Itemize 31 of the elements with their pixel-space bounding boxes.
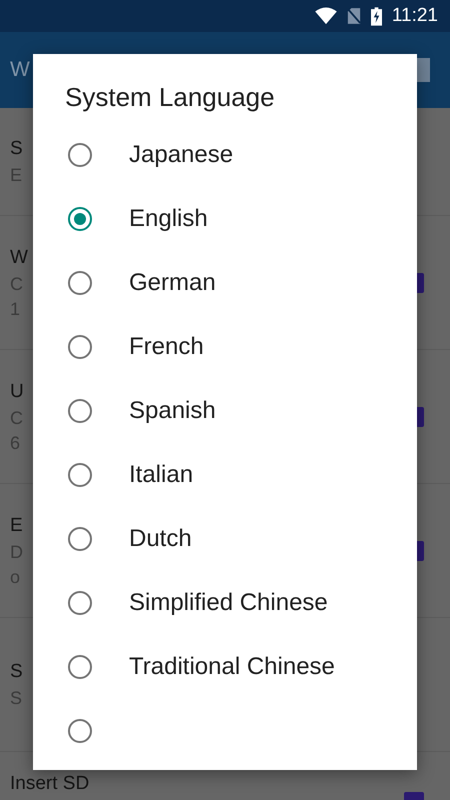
option-label[interactable]: Italian — [129, 461, 194, 489]
dialog-title: System Language — [65, 82, 275, 113]
option-label[interactable]: French — [129, 333, 204, 361]
radio-button[interactable] — [68, 719, 92, 743]
radio-button[interactable] — [68, 527, 92, 551]
option-label[interactable]: German — [129, 269, 216, 297]
setting-title: E — [10, 514, 23, 538]
radio-button[interactable] — [68, 463, 92, 487]
radio-button[interactable] — [68, 143, 92, 167]
setting-title: S — [10, 137, 23, 161]
setting-title: S — [10, 660, 23, 684]
radio-button[interactable] — [68, 399, 92, 423]
radio-button[interactable] — [68, 207, 92, 231]
setting-title: U — [10, 380, 24, 404]
radio-button[interactable] — [68, 271, 92, 295]
setting-title: Insert SD — [10, 772, 90, 796]
radio-button[interactable] — [68, 591, 92, 615]
clock: 11:21 — [392, 5, 438, 27]
option-label[interactable]: Traditional Chinese — [129, 653, 335, 681]
option-label[interactable]: Simplified Chinese — [129, 589, 328, 617]
radio-button[interactable] — [68, 335, 92, 359]
battery-charging-icon — [370, 6, 382, 26]
radio-button[interactable] — [68, 655, 92, 679]
option-label[interactable]: Dutch — [129, 525, 192, 553]
option-label[interactable]: Japanese — [129, 141, 234, 169]
setting-title: W — [10, 246, 28, 270]
option-label[interactable]: English — [129, 205, 208, 233]
wifi-icon — [314, 7, 337, 25]
no-sim-icon — [346, 7, 361, 25]
app-title: W — [10, 58, 30, 82]
option-label[interactable]: Spanish — [129, 397, 216, 425]
